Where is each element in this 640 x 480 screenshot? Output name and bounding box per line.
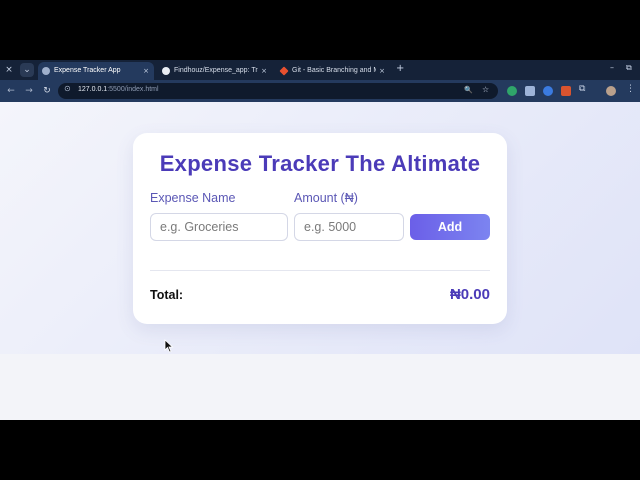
url-path: :5500/index.html (107, 86, 159, 93)
tab-git[interactable]: Git - Basic Branching and Me × (276, 62, 390, 80)
github-icon (162, 67, 170, 75)
letterbox-bottom (0, 420, 640, 480)
minimize-icon[interactable]: – (610, 63, 614, 72)
page-viewport: Expense Tracker The Altimate Expense Nam… (0, 102, 640, 420)
new-tab-button[interactable]: + (396, 63, 404, 74)
extensions-puzzle-icon[interactable]: ⧉ (579, 84, 585, 94)
mouse-cursor-icon (164, 339, 174, 353)
address-bar[interactable]: ⊙ 127.0.0.1:5500/index.html 🔍 ☆ (58, 83, 498, 99)
expense-card: Expense Tracker The Altimate Expense Nam… (133, 133, 507, 324)
extension-green-icon[interactable] (507, 86, 517, 96)
zoom-icon[interactable]: 🔍 (464, 86, 473, 94)
tab-title: Expense Tracker App (54, 67, 121, 74)
page-background-lower (0, 354, 640, 420)
close-window-icon[interactable]: × (2, 63, 16, 77)
close-tab-icon[interactable]: × (379, 62, 385, 80)
browser-toolbar: ← → ↻ ⊙ 127.0.0.1:5500/index.html 🔍 ☆ ⧉ … (0, 80, 640, 102)
extension-video-icon[interactable] (525, 86, 535, 96)
divider (150, 270, 490, 271)
url-text[interactable]: 127.0.0.1:5500/index.html (78, 86, 159, 93)
bookmark-star-icon[interactable]: ☆ (482, 85, 489, 94)
tab-github[interactable]: Findhouz/Expense_app: Tra × (158, 62, 272, 80)
url-host: 127.0.0.1 (78, 86, 108, 93)
total-label: Total: (150, 288, 184, 302)
add-expense-button[interactable]: Add (410, 214, 490, 240)
reload-icon[interactable]: ↻ (40, 84, 54, 98)
extension-blue-icon[interactable] (543, 86, 553, 96)
total-value: ₦0.00 (449, 286, 490, 303)
menu-kebab-icon[interactable]: ⋮ (626, 84, 635, 94)
globe-icon (42, 67, 50, 75)
extension-red-icon[interactable] (561, 86, 571, 96)
close-tab-icon[interactable]: × (261, 62, 267, 80)
profile-avatar[interactable] (606, 86, 616, 96)
expense-name-input[interactable] (150, 213, 288, 241)
back-icon[interactable]: ← (4, 84, 18, 98)
expense-name-label: Expense Name (150, 191, 236, 205)
site-info-icon[interactable]: ⊙ (64, 84, 71, 93)
tab-strip: × ⌄ Expense Tracker App × Findhouz/Expen… (0, 60, 640, 80)
tab-list-button[interactable]: ⌄ (20, 63, 34, 77)
tab-expense-tracker[interactable]: Expense Tracker App × (38, 62, 154, 80)
tab-title: Git - Basic Branching and Me (292, 67, 376, 74)
forward-icon[interactable]: → (22, 84, 36, 98)
git-icon (279, 66, 289, 76)
browser-window: × ⌄ Expense Tracker App × Findhouz/Expen… (0, 60, 640, 420)
letterbox-top (0, 0, 640, 60)
restore-icon[interactable]: ⧉ (626, 63, 632, 73)
tab-title: Findhouz/Expense_app: Tra (174, 67, 258, 74)
close-tab-icon[interactable]: × (143, 62, 149, 80)
amount-label: Amount (₦) (294, 191, 358, 205)
amount-input[interactable] (294, 213, 404, 241)
app-title: Expense Tracker The Altimate (159, 151, 481, 176)
